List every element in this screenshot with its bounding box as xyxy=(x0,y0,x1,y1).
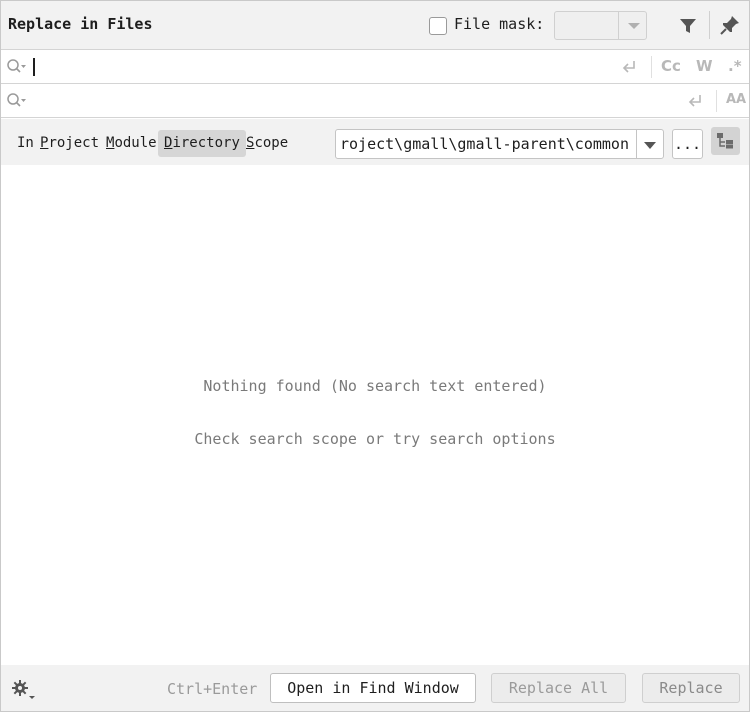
open-in-find-window-button[interactable]: Open in Find Window xyxy=(270,673,476,703)
dialog-footer: Ctrl+Enter Open in Find Window Replace A… xyxy=(1,665,749,711)
new-line-icon[interactable] xyxy=(620,58,638,76)
options-divider xyxy=(651,56,652,78)
tab-label: irectory xyxy=(172,135,240,151)
scope-bar: In Project Module Directory Scope roject… xyxy=(1,119,749,165)
directory-path-text: roject\gmall\gmall-parent\common xyxy=(340,135,629,153)
file-mask-label[interactable]: File mask: xyxy=(454,15,544,33)
tree-structure-icon xyxy=(717,133,733,149)
replace-in-files-dialog: Replace in Files File mask: Cc W .* AA I… xyxy=(0,0,750,712)
gear-icon[interactable] xyxy=(11,679,37,701)
pin-icon[interactable] xyxy=(718,13,742,37)
results-area: Nothing found (No search text entered) C… xyxy=(1,165,749,665)
tab-label: roject xyxy=(48,135,100,151)
recursive-search-toggle[interactable] xyxy=(711,127,740,155)
tab-scope[interactable]: Scope xyxy=(240,130,294,157)
replace-history-icon[interactable] xyxy=(6,92,28,110)
tab-project[interactable]: Project xyxy=(34,130,105,157)
new-line-icon[interactable] xyxy=(686,92,704,110)
directory-path[interactable]: roject\gmall\gmall-parent\common xyxy=(340,135,636,153)
empty-results-hint: Check search scope or try search options xyxy=(194,430,556,448)
tab-module[interactable]: Module xyxy=(100,130,163,157)
scope-tab-pre: In xyxy=(17,135,34,151)
file-mask-checkbox[interactable] xyxy=(429,17,447,35)
file-mask-combo[interactable] xyxy=(554,11,647,40)
chevron-down-icon[interactable] xyxy=(644,142,656,149)
replace-input[interactable] xyxy=(35,88,595,114)
empty-results-message: Nothing found (No search text entered) xyxy=(203,377,547,395)
directory-combo-divider xyxy=(636,130,637,158)
browse-directory-button[interactable]: ... xyxy=(672,129,703,159)
file-mask-combo-divider xyxy=(618,12,619,39)
replace-all-button[interactable]: Replace All xyxy=(491,673,626,703)
find-input[interactable] xyxy=(35,54,595,80)
tab-label: cope xyxy=(254,135,289,151)
regex-option[interactable]: .* xyxy=(728,57,742,75)
find-row: Cc W .* xyxy=(1,50,749,84)
options-divider xyxy=(716,90,717,112)
preserve-case-option[interactable]: AA xyxy=(726,92,746,107)
tab-label: odule xyxy=(114,135,157,151)
tab-directory[interactable]: Directory xyxy=(158,130,246,157)
search-history-icon[interactable] xyxy=(6,58,28,76)
replace-row: AA xyxy=(1,85,749,118)
directory-combo[interactable]: roject\gmall\gmall-parent\common xyxy=(335,129,664,159)
words-option[interactable]: W xyxy=(696,57,713,75)
chevron-down-icon[interactable] xyxy=(628,23,640,29)
dialog-title: Replace in Files xyxy=(8,15,153,33)
shortcut-hint: Ctrl+Enter xyxy=(167,680,258,698)
header-divider xyxy=(709,11,710,39)
filter-icon[interactable] xyxy=(677,15,699,37)
replace-button[interactable]: Replace xyxy=(642,673,740,703)
dialog-header: Replace in Files File mask: xyxy=(1,1,749,50)
match-case-option[interactable]: Cc xyxy=(661,57,681,75)
